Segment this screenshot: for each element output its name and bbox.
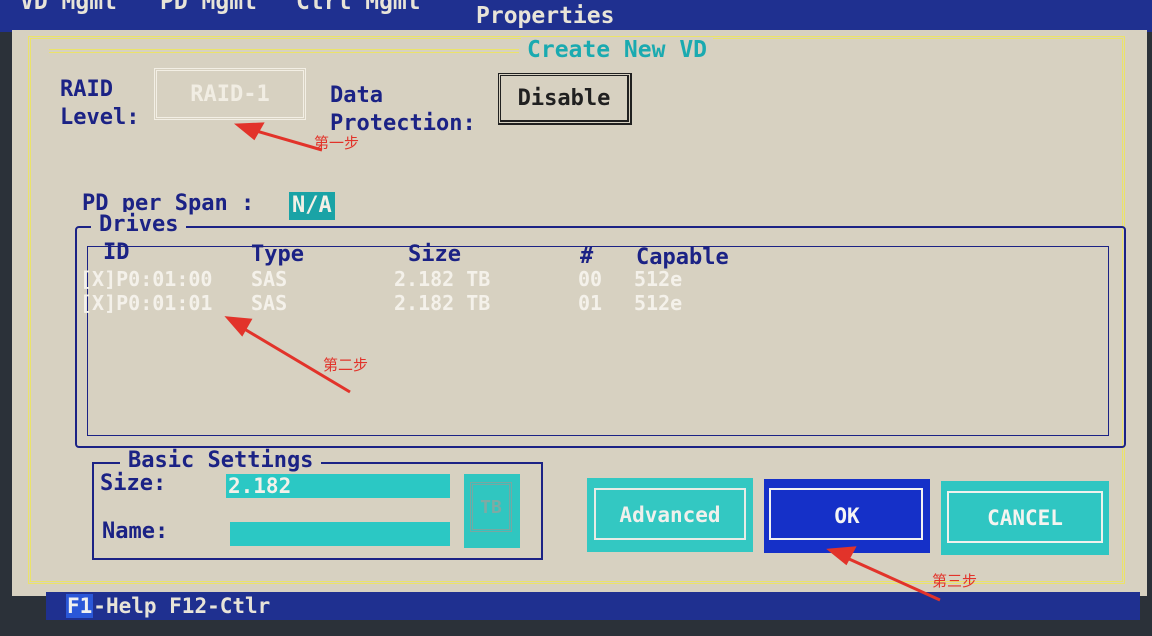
drives-legend: Drives <box>91 212 187 238</box>
data-protection-value: Disable <box>517 85 611 111</box>
drive-id: [X]P0:01:01 <box>80 291 213 315</box>
size-label: Size: <box>100 471 167 496</box>
cancel-button[interactable]: CANCEL <box>941 481 1109 555</box>
data-protection-label: Data Protection: <box>330 83 476 136</box>
drive-type: SAS <box>251 267 288 291</box>
annotation-step1: 第一步 <box>314 134 360 152</box>
size-unit-label: TB <box>470 482 512 532</box>
advanced-button[interactable]: Advanced <box>587 478 753 552</box>
annotation-step3: 第三步 <box>932 572 978 590</box>
menu-ctrl-mgmt[interactable]: Ctrl Mgmt <box>296 0 421 16</box>
col-id: ID <box>103 240 130 265</box>
advanced-button-label: Advanced <box>619 503 721 527</box>
data-protection-selector[interactable]: Disable <box>498 73 632 125</box>
annotation-step2: 第二步 <box>323 356 369 374</box>
drives-list: ID Type Size # Capable [X]P0:01:00 SAS 2… <box>80 240 1109 436</box>
raid-level-value: RAID-1 <box>190 81 270 107</box>
f1-key[interactable]: F1 <box>66 594 94 618</box>
drive-size: 2.182 TB <box>394 291 491 315</box>
size-input[interactable]: 2.182 <box>226 474 450 498</box>
drives-group: Drives ID Type Size # Capable [X]P0:01:0… <box>75 212 1126 448</box>
status-bar: F1-Help F12-Ctlr <box>46 592 1140 620</box>
dialog-title: Create New VD <box>521 37 714 63</box>
col-size: Size <box>408 242 461 267</box>
menu-vd-mgmt[interactable]: VD Mgmt <box>20 0 117 16</box>
name-label: Name: <box>102 519 169 544</box>
status-help-text: -Help F12-Ctlr <box>93 594 271 618</box>
drive-num: 01 <box>578 291 603 315</box>
drive-row[interactable]: [X]P0:01:00 SAS 2.182 TB 00 512e <box>80 267 1088 291</box>
drive-row[interactable]: [X]P0:01:01 SAS 2.182 TB 01 512e <box>80 291 1088 315</box>
cancel-button-label: CANCEL <box>987 506 1063 530</box>
col-num: # <box>580 244 594 269</box>
pd-per-span-value[interactable]: N/A <box>289 192 335 220</box>
menu-pd-mgmt[interactable]: PD Mgmt <box>160 0 257 16</box>
ok-button-label: OK <box>834 504 860 528</box>
raid-level-selector[interactable]: RAID-1 <box>154 68 306 120</box>
ok-button[interactable]: OK <box>764 479 930 553</box>
col-type: Type <box>251 242 304 267</box>
size-unit-selector[interactable]: TB <box>464 474 520 548</box>
drive-id: [X]P0:01:00 <box>80 267 213 291</box>
title-rule <box>49 49 519 53</box>
menu-bar: VD Mgmt PD Mgmt Ctrl Mgmt Properties <box>0 0 1152 32</box>
raid-level-label: RAID Level: <box>60 77 140 130</box>
drive-capable: 512e <box>634 291 683 315</box>
menu-properties[interactable]: Properties <box>476 2 614 30</box>
drive-capable: 512e <box>634 267 683 291</box>
create-vd-dialog: Create New VD RAID Level: RAID-1 Data Pr… <box>12 30 1147 596</box>
drive-num: 00 <box>578 267 603 291</box>
name-input[interactable] <box>230 522 450 546</box>
drive-size: 2.182 TB <box>394 267 491 291</box>
drive-type: SAS <box>251 291 288 315</box>
